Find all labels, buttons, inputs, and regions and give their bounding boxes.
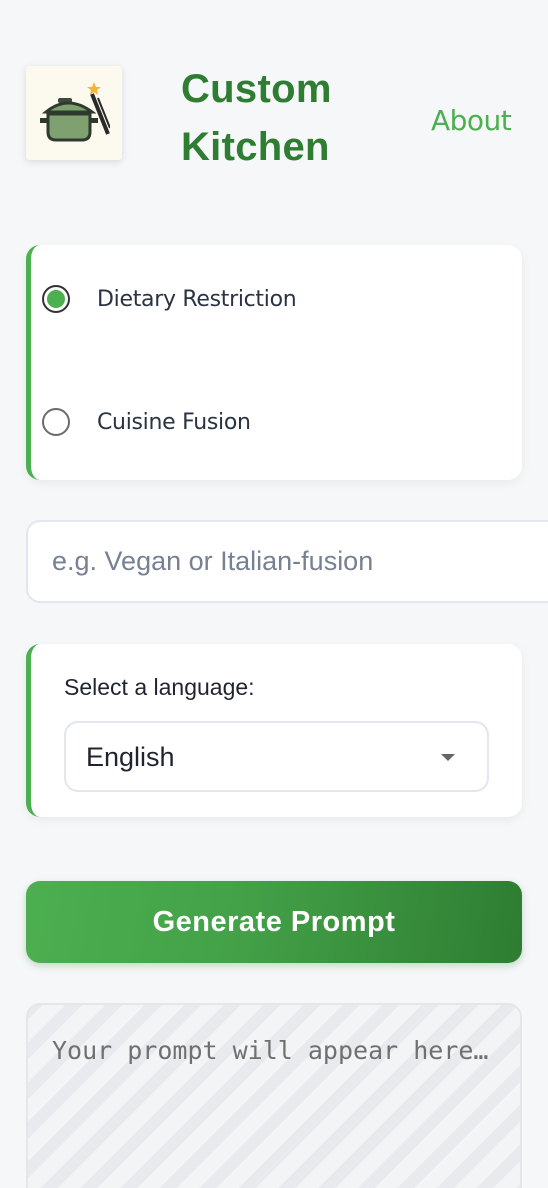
radio-dietary-restriction[interactable]: Dietary Restriction [42,285,297,313]
radio-button-unchecked[interactable] [42,408,70,436]
prompt-output[interactable] [26,1003,522,1188]
radio-label-cuisine-fusion: Cuisine Fusion [97,409,251,435]
app-logo[interactable] [26,66,122,160]
app-title: Custom Kitchen [181,60,401,176]
radio-cuisine-fusion[interactable]: Cuisine Fusion [42,408,251,436]
language-select[interactable]: English [64,721,489,792]
language-label: Select a language: [64,674,255,700]
radio-button-checked[interactable] [42,285,70,313]
preference-input[interactable] [26,520,548,603]
cooking-pot-magic-wand-icon [40,82,110,142]
app-page: Custom Kitchen About Dietary Restriction… [0,0,548,1188]
app-title-line2: Kitchen [181,125,330,169]
app-header: Custom Kitchen About [0,0,548,210]
chevron-down-icon [441,754,455,761]
generate-prompt-button[interactable]: Generate Prompt [26,881,522,963]
mode-selector-card [26,245,522,480]
radio-label-dietary-restriction: Dietary Restriction [97,286,297,312]
language-select-value: English [86,742,175,772]
app-title-line1: Custom [181,67,332,111]
about-link[interactable]: About [431,104,512,137]
